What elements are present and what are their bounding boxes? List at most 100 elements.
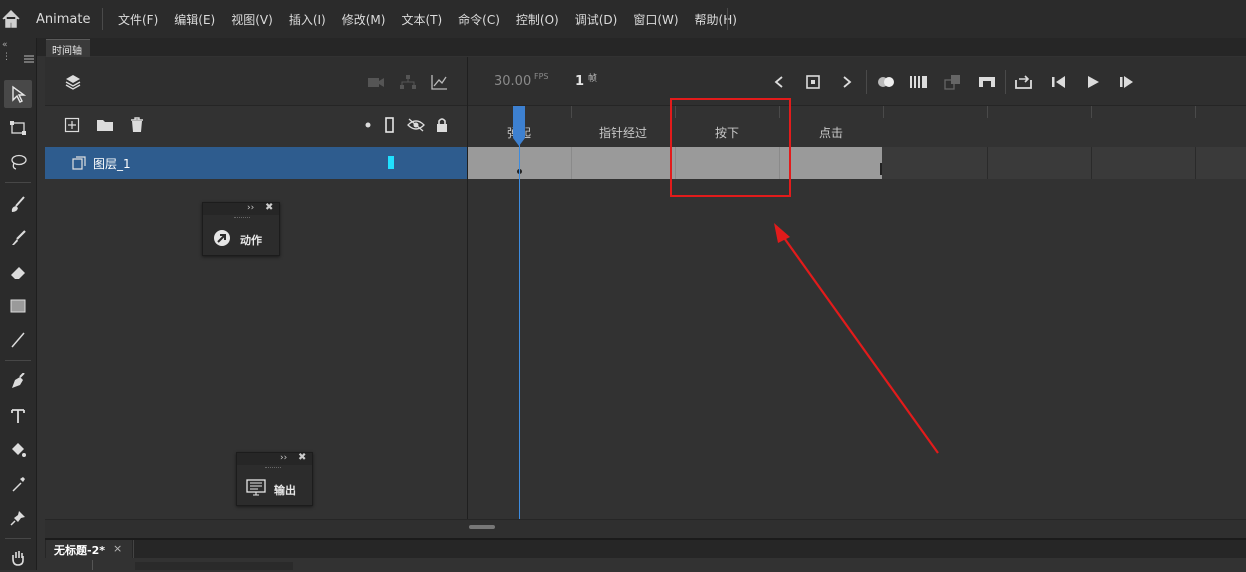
menu-control[interactable]: 控制(O) <box>508 11 567 28</box>
edit-multiple-frames-icon[interactable] <box>943 72 963 92</box>
output-icon[interactable] <box>246 479 266 500</box>
layer-type-icon <box>72 156 86 173</box>
play-icon[interactable] <box>1083 72 1103 92</box>
insert-keyframe-icon[interactable] <box>803 72 823 92</box>
center-frame-icon[interactable] <box>977 72 997 92</box>
highlight-dot-icon[interactable] <box>358 115 378 135</box>
layer-parenting-icon[interactable] <box>398 72 418 92</box>
menu-help[interactable]: 帮助(H) <box>687 11 745 28</box>
camera-icon[interactable] <box>366 72 386 92</box>
actions-panel[interactable]: ›› ✖ 动作 <box>202 202 280 256</box>
eraser-tool-icon[interactable] <box>4 258 32 286</box>
menu-window[interactable]: 窗口(W) <box>625 11 686 28</box>
pin-tool-icon[interactable] <box>4 504 32 532</box>
annotation-highlight-box <box>670 98 791 197</box>
selection-tool-icon[interactable] <box>4 80 32 108</box>
brush-tool-icon[interactable] <box>4 224 32 252</box>
frame-tick <box>1091 106 1092 118</box>
new-layer-icon[interactable] <box>62 115 82 135</box>
frame-label-hit[interactable]: 点击 <box>819 124 843 141</box>
horizontal-scroll-thumb[interactable] <box>469 525 495 529</box>
menu-text[interactable]: 文本(T) <box>393 11 450 28</box>
layers-icon[interactable] <box>63 72 83 92</box>
frame-label-over[interactable]: 指针经过 <box>599 124 647 141</box>
free-transform-tool-icon[interactable] <box>4 114 32 142</box>
outline-icon[interactable] <box>380 115 400 135</box>
text-tool-icon[interactable] <box>4 402 32 430</box>
document-title[interactable]: 无标题-2* <box>54 542 105 558</box>
menu-file[interactable]: 文件(F) <box>110 11 166 28</box>
fps-unit: FPS <box>534 72 549 81</box>
output-panel[interactable]: ›› ✖ 输出 <box>236 452 313 506</box>
pen-tool-icon[interactable] <box>4 368 32 396</box>
new-folder-icon[interactable] <box>95 115 115 135</box>
current-frame[interactable]: 1 <box>575 74 584 89</box>
onion-skin-outline-icon[interactable] <box>909 72 929 92</box>
grip-icon <box>234 217 250 220</box>
actions-icon[interactable] <box>213 229 231 250</box>
layer-color-swatch[interactable] <box>388 156 394 169</box>
menu-commands[interactable]: 命令(C) <box>450 11 508 28</box>
toolbar-divider <box>5 538 31 539</box>
visibility-icon[interactable] <box>406 115 426 135</box>
output-panel-label: 输出 <box>274 484 296 497</box>
panel-tab-strip <box>37 38 1246 56</box>
menu-modify[interactable]: 修改(M) <box>334 11 394 28</box>
rectangle-tool-icon[interactable] <box>4 292 32 320</box>
close-icon[interactable]: ✖ <box>265 202 273 213</box>
document-tab-strip <box>45 538 1246 560</box>
lock-icon[interactable] <box>432 115 452 135</box>
toolbar-divider <box>5 360 31 361</box>
previous-keyframe-icon[interactable] <box>769 72 789 92</box>
end-frame-marker <box>880 163 882 175</box>
graph-editor-icon[interactable] <box>429 72 449 92</box>
close-icon[interactable]: ✖ <box>298 452 306 463</box>
menu-view[interactable]: 视图(V) <box>223 11 281 28</box>
home-icon[interactable] <box>0 8 22 30</box>
menu-edit[interactable]: 编辑(E) <box>166 11 223 28</box>
paint-brush-tool-icon[interactable] <box>4 190 32 218</box>
menu-divider <box>102 8 103 30</box>
next-keyframe-icon[interactable] <box>837 72 857 92</box>
fps-value[interactable]: 30.00 <box>494 74 531 89</box>
delete-layer-icon[interactable] <box>127 115 147 135</box>
eyedropper-tool-icon[interactable] <box>4 470 32 498</box>
header-divider <box>866 70 867 94</box>
paint-bucket-tool-icon[interactable] <box>4 436 32 464</box>
frame-cell-divider <box>1195 147 1196 179</box>
grip-icon <box>265 467 281 470</box>
step-back-icon[interactable] <box>1049 72 1069 92</box>
timeline-divider <box>467 57 468 519</box>
scene-selector[interactable] <box>135 562 293 570</box>
annotation-arrow <box>774 223 939 454</box>
menu-list: 文件(F) 编辑(E) 视图(V) 插入(I) 修改(M) 文本(T) 命令(C… <box>110 11 745 28</box>
playhead-handle[interactable] <box>512 106 526 146</box>
layer-name[interactable]: 图层_1 <box>93 155 131 172</box>
empty-frames[interactable] <box>882 147 1246 179</box>
timeline-scrollbar-area <box>45 519 1246 538</box>
collapse-icon[interactable]: « <box>2 40 8 50</box>
expand-icon[interactable]: ›› <box>247 203 254 213</box>
frame-label-row <box>468 106 1246 146</box>
tab-timeline[interactable]: 时间轴 <box>46 39 90 57</box>
expand-icon[interactable]: ›› <box>280 453 287 463</box>
toolbar-divider <box>5 182 31 183</box>
frame-tick <box>1195 106 1196 118</box>
menu-debug[interactable]: 调试(D) <box>567 11 626 28</box>
close-icon[interactable]: × <box>113 542 122 555</box>
panel-menu-icon[interactable] <box>24 52 34 66</box>
header-divider <box>1005 70 1006 94</box>
hand-tool-icon[interactable] <box>4 544 32 572</box>
line-tool-icon[interactable] <box>4 326 32 354</box>
menu-insert[interactable]: 插入(I) <box>281 11 334 28</box>
loop-icon[interactable] <box>1014 72 1034 92</box>
step-forward-icon[interactable] <box>1117 72 1137 92</box>
playhead-line <box>519 118 520 519</box>
grip-icon[interactable]: ⋮ <box>2 52 11 62</box>
edit-bar-divider <box>92 560 93 570</box>
frame-tick <box>883 106 884 118</box>
onion-skin-icon[interactable] <box>876 72 896 92</box>
lasso-tool-icon[interactable] <box>4 148 32 176</box>
frame-unit: 帧 <box>588 74 598 84</box>
frame-tick <box>571 106 572 118</box>
